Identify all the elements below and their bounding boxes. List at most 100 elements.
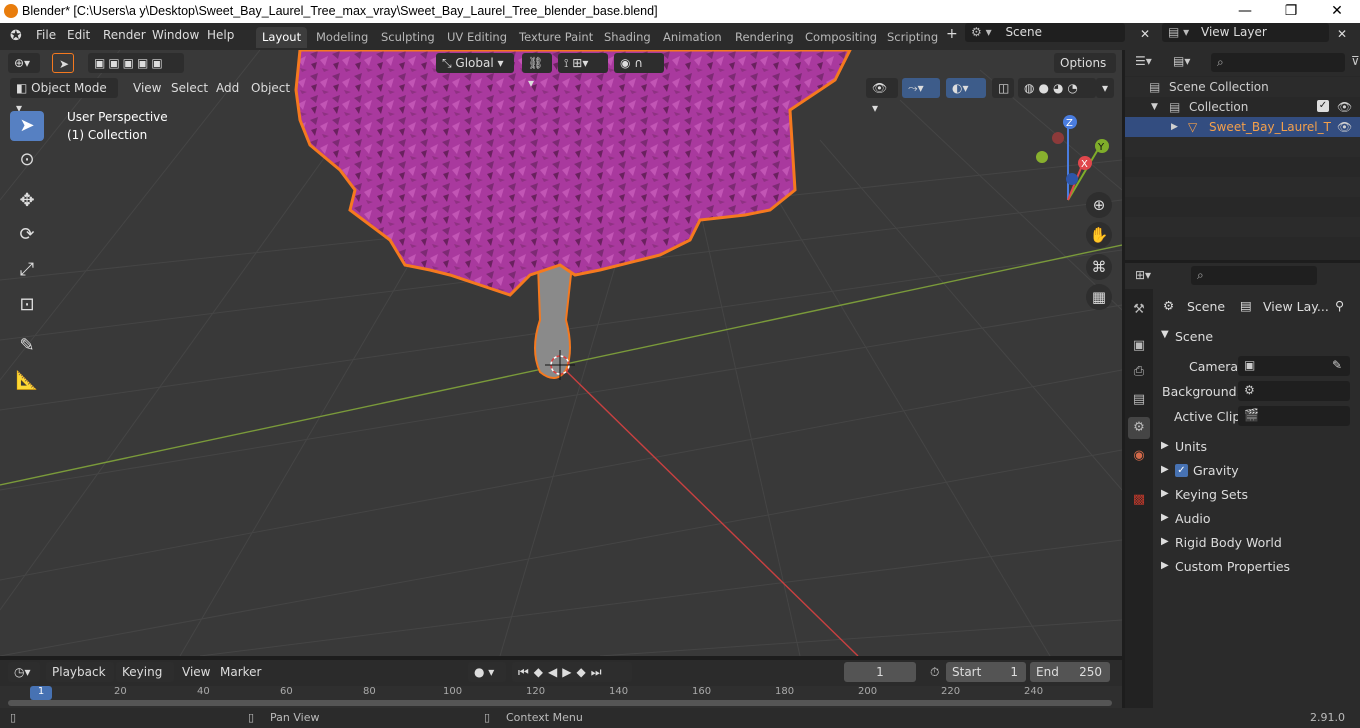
viewport-menu-view[interactable]: View	[127, 78, 167, 98]
menu-window[interactable]: Window	[152, 28, 199, 42]
cursor-tool-icon[interactable]: ⊙	[10, 145, 44, 175]
timeline-menu-marker[interactable]: Marker	[214, 662, 267, 682]
menu-edit[interactable]: Edit	[67, 28, 90, 42]
grid-toggle-icon[interactable]: ▦	[1086, 284, 1112, 310]
tab-texture-paint[interactable]: Texture Paint	[513, 27, 599, 48]
stopwatch-icon[interactable]: ⏱	[924, 662, 945, 682]
outliner-search-input[interactable]: ⌕	[1211, 53, 1345, 72]
tab-animation[interactable]: Animation	[657, 27, 728, 48]
tool-tab-icon[interactable]: ⚒	[1128, 299, 1150, 321]
tab-shading[interactable]: Shading	[598, 27, 657, 48]
object-visibility-icon[interactable]: 👁	[1337, 117, 1352, 137]
mode-dropdown[interactable]: ◧ Object Mode ▾	[10, 78, 118, 115]
viewport-menu-object[interactable]: Object	[245, 78, 296, 98]
editor-type-icon[interactable]: ⊕▾	[8, 53, 40, 73]
collapse-arrow-icon[interactable]: ▶	[1161, 536, 1169, 547]
outliner-editor-icon[interactable]: ☰▾	[1135, 54, 1152, 68]
view-layer-tab-icon[interactable]: ▤	[1128, 389, 1150, 411]
scene-panel-title[interactable]: Scene	[1175, 329, 1213, 344]
zoom-icon[interactable]: ⊕	[1086, 192, 1112, 218]
timeline-menu-playback[interactable]: Playback ▾	[46, 662, 114, 699]
gizmo-toggle-icon[interactable]: ⤳▾	[902, 78, 940, 98]
timeline-ruler[interactable]: 1 20 40 60 80 100 120 140 160 180 200 22…	[0, 686, 1122, 708]
timeline-menu-view[interactable]: View	[176, 662, 216, 682]
pin-icon[interactable]: ⚲	[1335, 298, 1344, 313]
current-frame-field[interactable]: 1	[844, 662, 916, 682]
gizmo-neg-y-icon[interactable]	[1036, 151, 1048, 163]
3d-viewport[interactable]: Z Y X User Perspective (1) Collection ⊕ …	[0, 50, 1122, 656]
filter-icon[interactable]: ⊽	[1351, 54, 1360, 68]
timeline-editor-icon[interactable]: ◷▾	[8, 662, 40, 682]
section-keying-sets[interactable]: Keying Sets	[1175, 487, 1248, 502]
menu-file[interactable]: File	[36, 28, 56, 42]
tab-rendering[interactable]: Rendering	[729, 27, 800, 48]
collapse-arrow-icon[interactable]: ▶	[1161, 440, 1169, 451]
expand-arrow-icon[interactable]: ▶	[1171, 117, 1178, 137]
section-audio[interactable]: Audio	[1175, 511, 1211, 526]
gravity-checkbox[interactable]: ✓	[1175, 464, 1188, 477]
maximize-button[interactable]: ❐	[1268, 0, 1314, 23]
proportional-edit-icon[interactable]: ◉ ∩	[614, 53, 664, 73]
timeline-menu-keying[interactable]: Keying ▾	[116, 662, 174, 699]
hand-pan-icon[interactable]: ✋	[1086, 222, 1112, 248]
collapse-arrow-icon[interactable]: ▶	[1161, 560, 1169, 571]
scene-tab-icon[interactable]: ⚙	[1128, 417, 1150, 439]
tab-modeling[interactable]: Modeling	[310, 27, 374, 48]
tab-uv-editing[interactable]: UV Editing	[441, 27, 513, 48]
xray-icon[interactable]: ◫	[992, 78, 1014, 98]
render-tab-icon[interactable]: ▣	[1128, 335, 1150, 357]
end-frame-field[interactable]: End 250	[1030, 662, 1110, 682]
pivot-point-icon[interactable]: ⛓▾	[522, 53, 552, 90]
gizmo-neg-x-icon[interactable]	[1052, 132, 1064, 144]
section-custom-properties[interactable]: Custom Properties	[1175, 559, 1290, 574]
collapse-arrow-icon[interactable]: ▶	[1161, 512, 1169, 523]
playback-controls-icons[interactable]: ⏮◆◀▶◆⏭	[512, 662, 632, 682]
outliner-row-object[interactable]: ▶ ▽ Sweet_Bay_Laurel_T 👁	[1125, 117, 1360, 137]
start-frame-field[interactable]: Start 1	[946, 662, 1026, 682]
active-clip-field[interactable]: 🎬	[1238, 406, 1350, 426]
shading-mode-icons[interactable]: ◍●◕◔	[1018, 78, 1096, 98]
view-layer-name[interactable]: View Layer	[1201, 25, 1267, 39]
tab-sculpting[interactable]: Sculpting	[375, 27, 441, 48]
close-button[interactable]: ✕	[1314, 0, 1360, 23]
minimize-button[interactable]: —	[1222, 0, 1268, 23]
blender-menu-icon[interactable]: ✪	[10, 28, 22, 44]
playhead[interactable]: 1	[30, 686, 52, 700]
navigation-gizmo[interactable]: Z Y X	[1036, 115, 1109, 201]
record-icon[interactable]: ● ▾	[468, 662, 506, 682]
collapse-arrow-icon[interactable]: ▶	[1161, 464, 1169, 475]
timeline-scrollbar[interactable]	[8, 700, 1112, 706]
viewport-menu-add[interactable]: Add	[210, 78, 245, 98]
snap-icon[interactable]: ⟟ ⊞▾	[558, 53, 608, 73]
section-gravity[interactable]: Gravity	[1193, 463, 1239, 478]
texture-tab-icon[interactable]: ▩	[1128, 489, 1150, 511]
exclude-checkbox[interactable]: ✓	[1317, 100, 1329, 112]
properties-search-input[interactable]: ⌕	[1191, 266, 1317, 285]
collapse-arrow-icon[interactable]: ▶	[1161, 488, 1169, 499]
scale-tool-icon[interactable]: ⤢	[10, 255, 44, 285]
shading-options-icon[interactable]: ▾	[1096, 78, 1114, 98]
collection-visibility-icon[interactable]: 👁	[1337, 97, 1352, 117]
tab-compositing[interactable]: Compositing	[799, 27, 883, 48]
remove-view-layer-icon[interactable]: ✕	[1337, 27, 1347, 41]
overlays-icon[interactable]: ◐▾	[946, 78, 986, 98]
eyedropper-icon[interactable]: ✎	[1332, 358, 1342, 372]
transform-tool-icon[interactable]: ⊡	[10, 290, 44, 320]
move-tool-icon[interactable]: ✥	[10, 186, 44, 216]
menu-help[interactable]: Help	[207, 28, 234, 42]
display-mode-icon[interactable]: ▤▾	[1173, 54, 1190, 68]
select-box-tool-icon[interactable]: ➤	[52, 53, 74, 73]
options-dropdown[interactable]: Options ▾	[1054, 53, 1116, 90]
measure-tool-icon[interactable]: 📐	[10, 366, 44, 396]
output-tab-icon[interactable]: ⎙	[1128, 361, 1150, 383]
outliner-row-scene-collection[interactable]: ▤ Scene Collection	[1125, 77, 1360, 97]
visibility-icon[interactable]: 👁▾	[866, 78, 898, 115]
outliner-row-collection[interactable]: ▼ ▤ Collection ✓ 👁	[1125, 97, 1360, 117]
remove-scene-icon[interactable]: ✕	[1140, 27, 1150, 41]
select-tool-icon[interactable]: ➤	[10, 111, 44, 141]
selection-mode-icons[interactable]: ▣▣▣▣▣	[88, 53, 184, 73]
camera-field[interactable]: ▣ ✎	[1238, 356, 1350, 376]
properties-editor-icon[interactable]: ⊞▾	[1135, 268, 1151, 282]
add-workspace-icon[interactable]: +	[946, 26, 958, 42]
annotate-tool-icon[interactable]: ✎	[10, 331, 44, 361]
